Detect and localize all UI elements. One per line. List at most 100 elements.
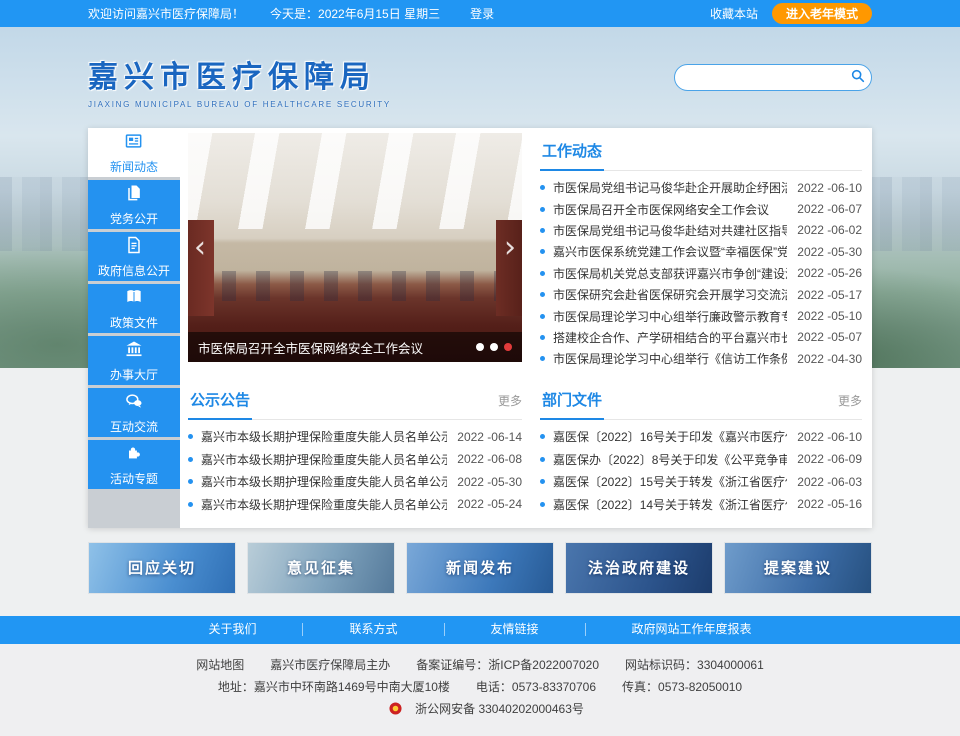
- notices-section: 公示公告 更多 嘉兴市本级长期护理保险重度失能人员名单公示（2...2022 -…: [188, 382, 522, 516]
- bullet-icon: [188, 457, 193, 462]
- list-item[interactable]: 市医保局理论学习中心组举行《信访工作条例》专题...2022 -04-30: [540, 348, 862, 369]
- list-item[interactable]: 市医保局召开全市医保网络安全工作会议2022 -06-07: [540, 198, 862, 219]
- carousel-caption-text[interactable]: 市医保局召开全市医保网络安全工作会议: [198, 338, 468, 357]
- list-item[interactable]: 嘉医保办〔2022〕8号关于印发《公平竞争审查... 2022 -06-09: [540, 448, 862, 471]
- carousel-dot-active[interactable]: [504, 343, 512, 351]
- footer-link-friendly-links[interactable]: 友情链接: [445, 623, 586, 636]
- carousel-photo[interactable]: [188, 133, 522, 362]
- carousel-dot[interactable]: [476, 343, 484, 351]
- puzzle-icon: [124, 443, 144, 470]
- carousel-next-icon[interactable]: ›: [504, 233, 516, 263]
- search-button[interactable]: [850, 68, 876, 87]
- notices-header: 公示公告 更多: [188, 382, 522, 420]
- item-title[interactable]: 市医保局党组书记马俊华赴结对共建社区指导全国文...: [553, 222, 787, 239]
- list-item[interactable]: 市医保局理论学习中心组举行廉政警示教育专题学习... 2022 -05-10: [540, 305, 862, 326]
- bullet-icon: [188, 502, 193, 507]
- sidebar-item-label: 活动专题: [110, 470, 158, 487]
- carousel-dot[interactable]: [490, 343, 498, 351]
- item-title[interactable]: 市医保局理论学习中心组举行《信访工作条例》专题...: [553, 350, 787, 367]
- more-link[interactable]: 更多: [838, 392, 862, 409]
- footer-link-about[interactable]: 关于我们: [162, 623, 303, 636]
- quick-link-rule-of-law[interactable]: 法治政府建设: [565, 542, 713, 594]
- sidebar-item-interaction[interactable]: 互动交流: [88, 388, 180, 437]
- newspaper-icon: [124, 131, 144, 158]
- item-date: 2022 -05-10: [797, 309, 862, 323]
- item-title[interactable]: 市医保局党组书记马俊华赴企开展助企纾困活动: [553, 179, 787, 196]
- item-date: 2022 -05-17: [797, 288, 862, 302]
- item-title[interactable]: 市医保局机关党总支部获评嘉兴市争创“建设清廉机...: [553, 265, 787, 282]
- quick-link-respond-concerns[interactable]: 回应关切: [88, 542, 236, 594]
- search-input[interactable]: [675, 65, 850, 90]
- item-title[interactable]: 嘉兴市医保系统党建工作会议暨“幸福医保”党建联...: [553, 243, 787, 260]
- item-title[interactable]: 嘉医保〔2022〕14号关于转发《浙江省医疗保...: [553, 496, 787, 513]
- quick-link-news-release[interactable]: 新闻发布: [406, 542, 554, 594]
- item-title[interactable]: 搭建校企合作、产学研相结合的平台嘉兴市长期护理...: [553, 329, 787, 346]
- sidebar-item-label: 政策文件: [110, 314, 158, 331]
- sidebar-item-policy-files[interactable]: 政策文件: [88, 284, 180, 333]
- sitemap-link[interactable]: 网站地图: [196, 658, 244, 672]
- carousel-prev-icon[interactable]: ‹: [194, 233, 206, 263]
- list-item[interactable]: 嘉兴市本级长期护理保险重度失能人员名单公示（2...2022 -06-14: [188, 426, 522, 449]
- list-item[interactable]: 嘉医保〔2022〕16号关于印发《嘉兴市医疗保...2022 -06-10: [540, 426, 862, 449]
- section-title[interactable]: 工作动态: [540, 133, 604, 171]
- item-date: 2022 -05-30: [457, 475, 522, 489]
- list-item[interactable]: 嘉兴市本级长期护理保险重度失能人员名单公示（2... 2022 -05-30: [188, 471, 522, 494]
- current-date: 今天是：2022年6月15日 星期三: [270, 5, 440, 22]
- sidebar-item-service-hall[interactable]: 办事大厅: [88, 336, 180, 385]
- carousel-caption: 市医保局召开全市医保网络安全工作会议: [188, 332, 522, 362]
- item-date: 2022 -05-16: [797, 497, 862, 511]
- book-icon: [124, 287, 144, 314]
- list-item[interactable]: 市医保研究会赴省医保研究会开展学习交流活动 2022 -05-17: [540, 284, 862, 305]
- fax-text: 传真：0573-82050010: [622, 680, 742, 694]
- login-link[interactable]: 登录: [470, 5, 494, 22]
- sidebar-item-special-topics[interactable]: 活动专题: [88, 440, 180, 489]
- list-item[interactable]: 搭建校企合作、产学研相结合的平台嘉兴市长期护理...2022 -05-07: [540, 327, 862, 348]
- section-title[interactable]: 部门文件: [540, 382, 604, 420]
- item-title[interactable]: 市医保局召开全市医保网络安全工作会议: [553, 201, 787, 218]
- bullet-icon: [540, 271, 545, 276]
- elder-mode-button[interactable]: 进入老年模式: [772, 3, 872, 24]
- sidebar-item-gov-info[interactable]: 政府信息公开: [88, 232, 180, 281]
- item-title[interactable]: 嘉兴市本级长期护理保险重度失能人员名单公示（2...: [201, 496, 447, 513]
- list-item[interactable]: 市医保局党组书记马俊华赴结对共建社区指导全国文... 2022 -06-02: [540, 220, 862, 241]
- security-record-text[interactable]: 浙公网安备 33040202000463号: [415, 702, 584, 716]
- list-item[interactable]: 市医保局机关党总支部获评嘉兴市争创“建设清廉机...2022 -05-26: [540, 263, 862, 284]
- item-title[interactable]: 嘉兴市本级长期护理保险重度失能人员名单公示（2...: [201, 428, 447, 445]
- item-date: 2022 -05-24: [457, 497, 522, 511]
- search-icon: [850, 68, 866, 87]
- list-item[interactable]: 嘉医保〔2022〕15号关于转发《浙江省医疗保...2022 -06-03: [540, 471, 862, 494]
- sidebar-item-news[interactable]: 新闻动态: [88, 128, 180, 177]
- list-item[interactable]: 市医保局党组书记马俊华赴企开展助企纾困活动2022 -06-10: [540, 177, 862, 198]
- list-item[interactable]: 嘉兴市本级长期护理保险重度失能人员名单公示（2...2022 -06-08: [188, 448, 522, 471]
- list-item[interactable]: 嘉兴市本级长期护理保险重度失能人员名单公示（2... 2022 -05-24: [188, 493, 522, 516]
- item-title[interactable]: 嘉医保〔2022〕16号关于印发《嘉兴市医疗保...: [553, 428, 787, 445]
- bullet-icon: [540, 185, 545, 190]
- item-date: 2022 -06-09: [797, 452, 862, 466]
- sidebar-item-party-affairs[interactable]: 党务公开: [88, 180, 180, 229]
- organizer-text: 嘉兴市医疗保障局主办: [270, 658, 390, 672]
- quick-link-proposals[interactable]: 提案建议: [724, 542, 872, 594]
- list-item[interactable]: 嘉医保〔2022〕14号关于转发《浙江省医疗保... 2022 -05-16: [540, 493, 862, 516]
- item-title[interactable]: 嘉兴市本级长期护理保险重度失能人员名单公示（2...: [201, 451, 447, 468]
- quick-link-opinion-collection[interactable]: 意见征集: [247, 542, 395, 594]
- item-title[interactable]: 市医保局理论学习中心组举行廉政警示教育专题学习...: [553, 308, 787, 325]
- section-title[interactable]: 公示公告: [188, 382, 252, 420]
- search-box: [674, 64, 872, 91]
- bullet-icon: [188, 434, 193, 439]
- bullet-icon: [540, 434, 545, 439]
- item-date: 2022 -06-02: [797, 223, 862, 237]
- bullet-icon: [540, 502, 545, 507]
- item-title[interactable]: 嘉兴市本级长期护理保险重度失能人员名单公示（2...: [201, 473, 447, 490]
- main-content: 新闻动态 党务公开 政府信息公开 政策文件 办事大厅 互动交流 活动专题: [88, 128, 872, 528]
- more-link[interactable]: 更多: [498, 392, 522, 409]
- documents-section: 部门文件 更多 嘉医保〔2022〕16号关于印发《嘉兴市医疗保...2022 -…: [540, 382, 862, 516]
- item-title[interactable]: 嘉医保〔2022〕15号关于转发《浙江省医疗保...: [553, 473, 787, 490]
- footer-link-contact[interactable]: 联系方式: [303, 623, 444, 636]
- footer-link-annual-report[interactable]: 政府网站工作年度报表: [586, 623, 798, 636]
- footer-nav: 关于我们 联系方式 友情链接 政府网站工作年度报表: [0, 616, 960, 644]
- list-item[interactable]: 嘉兴市医保系统党建工作会议暨“幸福医保”党建联...2022 -05-30: [540, 241, 862, 262]
- favorite-link[interactable]: 收藏本站: [710, 5, 758, 22]
- item-title[interactable]: 市医保研究会赴省医保研究会开展学习交流活动: [553, 286, 787, 303]
- bullet-icon: [540, 335, 545, 340]
- item-title[interactable]: 嘉医保办〔2022〕8号关于印发《公平竞争审查...: [553, 451, 787, 468]
